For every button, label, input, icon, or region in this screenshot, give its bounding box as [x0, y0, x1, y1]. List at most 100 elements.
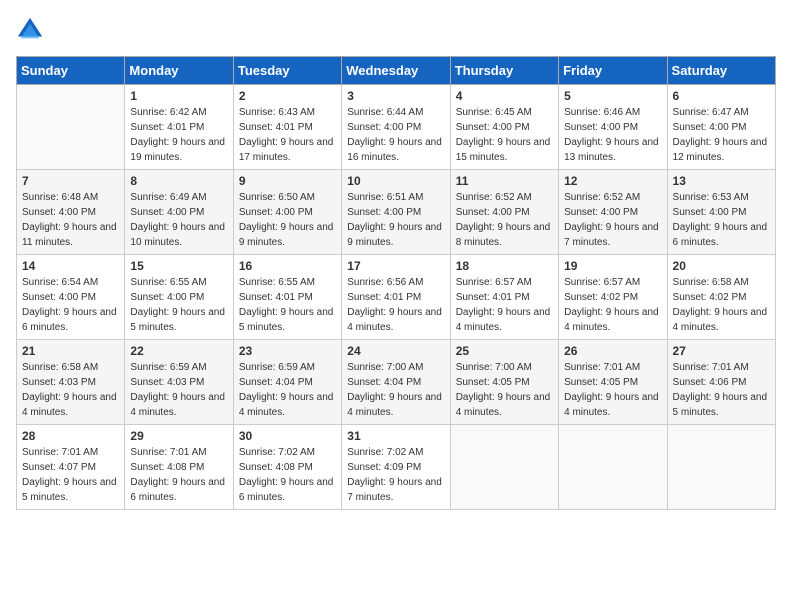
- day-number: 25: [456, 344, 553, 358]
- calendar-week-3: 14 Sunrise: 6:54 AMSunset: 4:00 PMDaylig…: [17, 255, 776, 340]
- calendar-cell: 10 Sunrise: 6:51 AMSunset: 4:00 PMDaylig…: [342, 170, 450, 255]
- calendar-cell: [667, 425, 775, 510]
- calendar-cell: 3 Sunrise: 6:44 AMSunset: 4:00 PMDayligh…: [342, 85, 450, 170]
- day-info: Sunrise: 6:46 AMSunset: 4:00 PMDaylight:…: [564, 105, 661, 165]
- calendar-cell: [450, 425, 558, 510]
- calendar-cell: 14 Sunrise: 6:54 AMSunset: 4:00 PMDaylig…: [17, 255, 125, 340]
- day-number: 6: [673, 89, 770, 103]
- day-info: Sunrise: 6:52 AMSunset: 4:00 PMDaylight:…: [564, 190, 661, 250]
- day-info: Sunrise: 7:01 AMSunset: 4:05 PMDaylight:…: [564, 360, 661, 420]
- day-number: 15: [130, 259, 227, 273]
- day-number: 30: [239, 429, 336, 443]
- calendar-cell: 8 Sunrise: 6:49 AMSunset: 4:00 PMDayligh…: [125, 170, 233, 255]
- calendar-cell: 15 Sunrise: 6:55 AMSunset: 4:00 PMDaylig…: [125, 255, 233, 340]
- day-info: Sunrise: 6:51 AMSunset: 4:00 PMDaylight:…: [347, 190, 444, 250]
- day-info: Sunrise: 6:57 AMSunset: 4:01 PMDaylight:…: [456, 275, 553, 335]
- calendar-cell: 11 Sunrise: 6:52 AMSunset: 4:00 PMDaylig…: [450, 170, 558, 255]
- day-number: 29: [130, 429, 227, 443]
- day-info: Sunrise: 6:43 AMSunset: 4:01 PMDaylight:…: [239, 105, 336, 165]
- calendar-cell: 21 Sunrise: 6:58 AMSunset: 4:03 PMDaylig…: [17, 340, 125, 425]
- calendar-header-wednesday: Wednesday: [342, 57, 450, 85]
- day-info: Sunrise: 7:02 AMSunset: 4:08 PMDaylight:…: [239, 445, 336, 505]
- calendar-cell: 27 Sunrise: 7:01 AMSunset: 4:06 PMDaylig…: [667, 340, 775, 425]
- page-header: [16, 16, 776, 44]
- calendar-cell: 1 Sunrise: 6:42 AMSunset: 4:01 PMDayligh…: [125, 85, 233, 170]
- day-number: 28: [22, 429, 119, 443]
- day-info: Sunrise: 6:53 AMSunset: 4:00 PMDaylight:…: [673, 190, 770, 250]
- calendar-cell: 13 Sunrise: 6:53 AMSunset: 4:00 PMDaylig…: [667, 170, 775, 255]
- logo: [16, 16, 48, 44]
- day-number: 19: [564, 259, 661, 273]
- day-info: Sunrise: 6:56 AMSunset: 4:01 PMDaylight:…: [347, 275, 444, 335]
- calendar-cell: 30 Sunrise: 7:02 AMSunset: 4:08 PMDaylig…: [233, 425, 341, 510]
- day-number: 3: [347, 89, 444, 103]
- day-number: 2: [239, 89, 336, 103]
- day-info: Sunrise: 6:52 AMSunset: 4:00 PMDaylight:…: [456, 190, 553, 250]
- day-number: 24: [347, 344, 444, 358]
- calendar-cell: 18 Sunrise: 6:57 AMSunset: 4:01 PMDaylig…: [450, 255, 558, 340]
- calendar-cell: 9 Sunrise: 6:50 AMSunset: 4:00 PMDayligh…: [233, 170, 341, 255]
- logo-icon: [16, 16, 44, 44]
- calendar-cell: 16 Sunrise: 6:55 AMSunset: 4:01 PMDaylig…: [233, 255, 341, 340]
- day-info: Sunrise: 6:48 AMSunset: 4:00 PMDaylight:…: [22, 190, 119, 250]
- calendar-header-thursday: Thursday: [450, 57, 558, 85]
- calendar-cell: 12 Sunrise: 6:52 AMSunset: 4:00 PMDaylig…: [559, 170, 667, 255]
- calendar-cell: 19 Sunrise: 6:57 AMSunset: 4:02 PMDaylig…: [559, 255, 667, 340]
- day-number: 22: [130, 344, 227, 358]
- day-info: Sunrise: 6:47 AMSunset: 4:00 PMDaylight:…: [673, 105, 770, 165]
- day-info: Sunrise: 7:01 AMSunset: 4:06 PMDaylight:…: [673, 360, 770, 420]
- calendar-cell: 31 Sunrise: 7:02 AMSunset: 4:09 PMDaylig…: [342, 425, 450, 510]
- day-number: 13: [673, 174, 770, 188]
- day-info: Sunrise: 6:57 AMSunset: 4:02 PMDaylight:…: [564, 275, 661, 335]
- calendar-header-monday: Monday: [125, 57, 233, 85]
- day-number: 12: [564, 174, 661, 188]
- day-info: Sunrise: 7:02 AMSunset: 4:09 PMDaylight:…: [347, 445, 444, 505]
- day-info: Sunrise: 6:58 AMSunset: 4:03 PMDaylight:…: [22, 360, 119, 420]
- calendar-cell: 25 Sunrise: 7:00 AMSunset: 4:05 PMDaylig…: [450, 340, 558, 425]
- day-info: Sunrise: 6:44 AMSunset: 4:00 PMDaylight:…: [347, 105, 444, 165]
- day-number: 9: [239, 174, 336, 188]
- day-number: 21: [22, 344, 119, 358]
- calendar-table: SundayMondayTuesdayWednesdayThursdayFrid…: [16, 56, 776, 510]
- day-info: Sunrise: 6:58 AMSunset: 4:02 PMDaylight:…: [673, 275, 770, 335]
- day-info: Sunrise: 6:49 AMSunset: 4:00 PMDaylight:…: [130, 190, 227, 250]
- day-number: 10: [347, 174, 444, 188]
- calendar-cell: 28 Sunrise: 7:01 AMSunset: 4:07 PMDaylig…: [17, 425, 125, 510]
- calendar-header-tuesday: Tuesday: [233, 57, 341, 85]
- calendar-cell: 23 Sunrise: 6:59 AMSunset: 4:04 PMDaylig…: [233, 340, 341, 425]
- calendar-cell: 29 Sunrise: 7:01 AMSunset: 4:08 PMDaylig…: [125, 425, 233, 510]
- calendar-cell: 26 Sunrise: 7:01 AMSunset: 4:05 PMDaylig…: [559, 340, 667, 425]
- day-info: Sunrise: 6:42 AMSunset: 4:01 PMDaylight:…: [130, 105, 227, 165]
- calendar-cell: 22 Sunrise: 6:59 AMSunset: 4:03 PMDaylig…: [125, 340, 233, 425]
- calendar-week-5: 28 Sunrise: 7:01 AMSunset: 4:07 PMDaylig…: [17, 425, 776, 510]
- day-number: 16: [239, 259, 336, 273]
- day-number: 7: [22, 174, 119, 188]
- calendar-week-1: 1 Sunrise: 6:42 AMSunset: 4:01 PMDayligh…: [17, 85, 776, 170]
- calendar-cell: 7 Sunrise: 6:48 AMSunset: 4:00 PMDayligh…: [17, 170, 125, 255]
- calendar-week-2: 7 Sunrise: 6:48 AMSunset: 4:00 PMDayligh…: [17, 170, 776, 255]
- day-number: 5: [564, 89, 661, 103]
- day-number: 20: [673, 259, 770, 273]
- day-info: Sunrise: 6:54 AMSunset: 4:00 PMDaylight:…: [22, 275, 119, 335]
- calendar-cell: 5 Sunrise: 6:46 AMSunset: 4:00 PMDayligh…: [559, 85, 667, 170]
- day-info: Sunrise: 7:01 AMSunset: 4:07 PMDaylight:…: [22, 445, 119, 505]
- day-info: Sunrise: 6:55 AMSunset: 4:00 PMDaylight:…: [130, 275, 227, 335]
- day-number: 8: [130, 174, 227, 188]
- day-number: 18: [456, 259, 553, 273]
- day-info: Sunrise: 6:59 AMSunset: 4:03 PMDaylight:…: [130, 360, 227, 420]
- calendar-cell: [17, 85, 125, 170]
- day-number: 11: [456, 174, 553, 188]
- calendar-header-sunday: Sunday: [17, 57, 125, 85]
- day-number: 26: [564, 344, 661, 358]
- day-info: Sunrise: 7:01 AMSunset: 4:08 PMDaylight:…: [130, 445, 227, 505]
- calendar-cell: 6 Sunrise: 6:47 AMSunset: 4:00 PMDayligh…: [667, 85, 775, 170]
- day-number: 27: [673, 344, 770, 358]
- day-info: Sunrise: 6:55 AMSunset: 4:01 PMDaylight:…: [239, 275, 336, 335]
- calendar-cell: 20 Sunrise: 6:58 AMSunset: 4:02 PMDaylig…: [667, 255, 775, 340]
- calendar-header-friday: Friday: [559, 57, 667, 85]
- calendar-cell: 4 Sunrise: 6:45 AMSunset: 4:00 PMDayligh…: [450, 85, 558, 170]
- calendar-week-4: 21 Sunrise: 6:58 AMSunset: 4:03 PMDaylig…: [17, 340, 776, 425]
- day-number: 4: [456, 89, 553, 103]
- calendar-header-row: SundayMondayTuesdayWednesdayThursdayFrid…: [17, 57, 776, 85]
- calendar-cell: 17 Sunrise: 6:56 AMSunset: 4:01 PMDaylig…: [342, 255, 450, 340]
